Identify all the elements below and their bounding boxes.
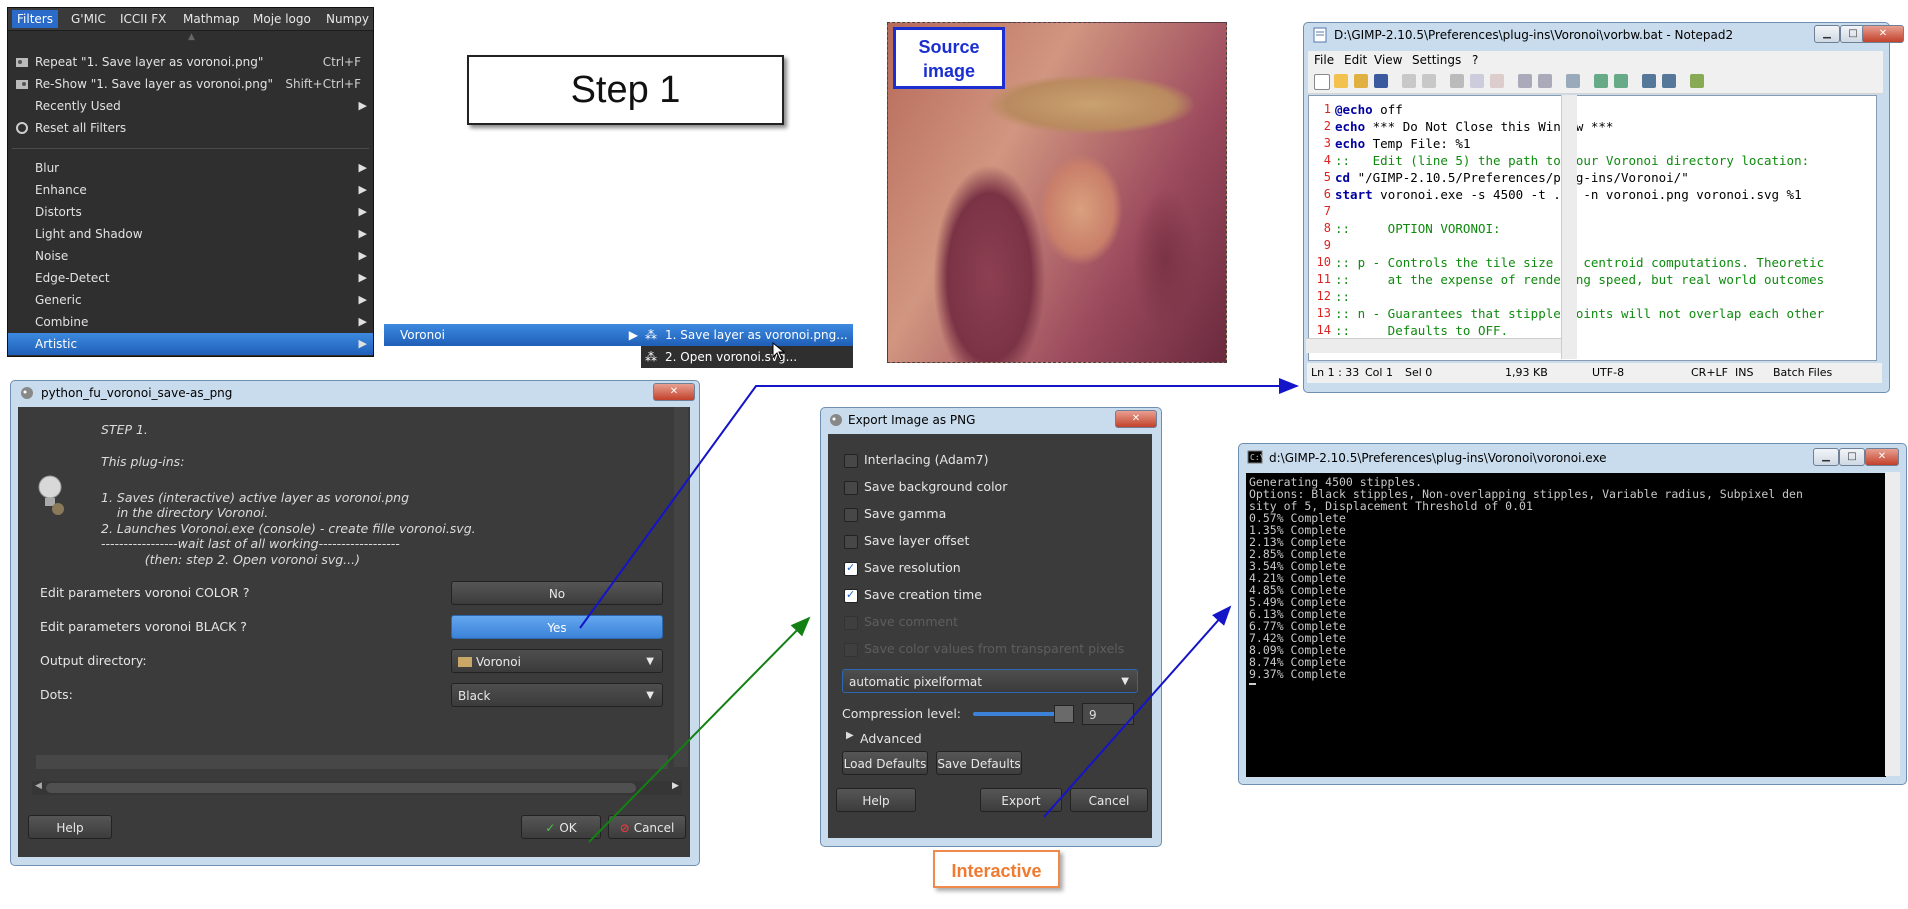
arrow-to-console	[1043, 605, 1232, 818]
arrow-to-export	[588, 616, 811, 843]
annotation-arrows	[579, 378, 1299, 843]
arrow-to-notepad	[579, 378, 1299, 629]
